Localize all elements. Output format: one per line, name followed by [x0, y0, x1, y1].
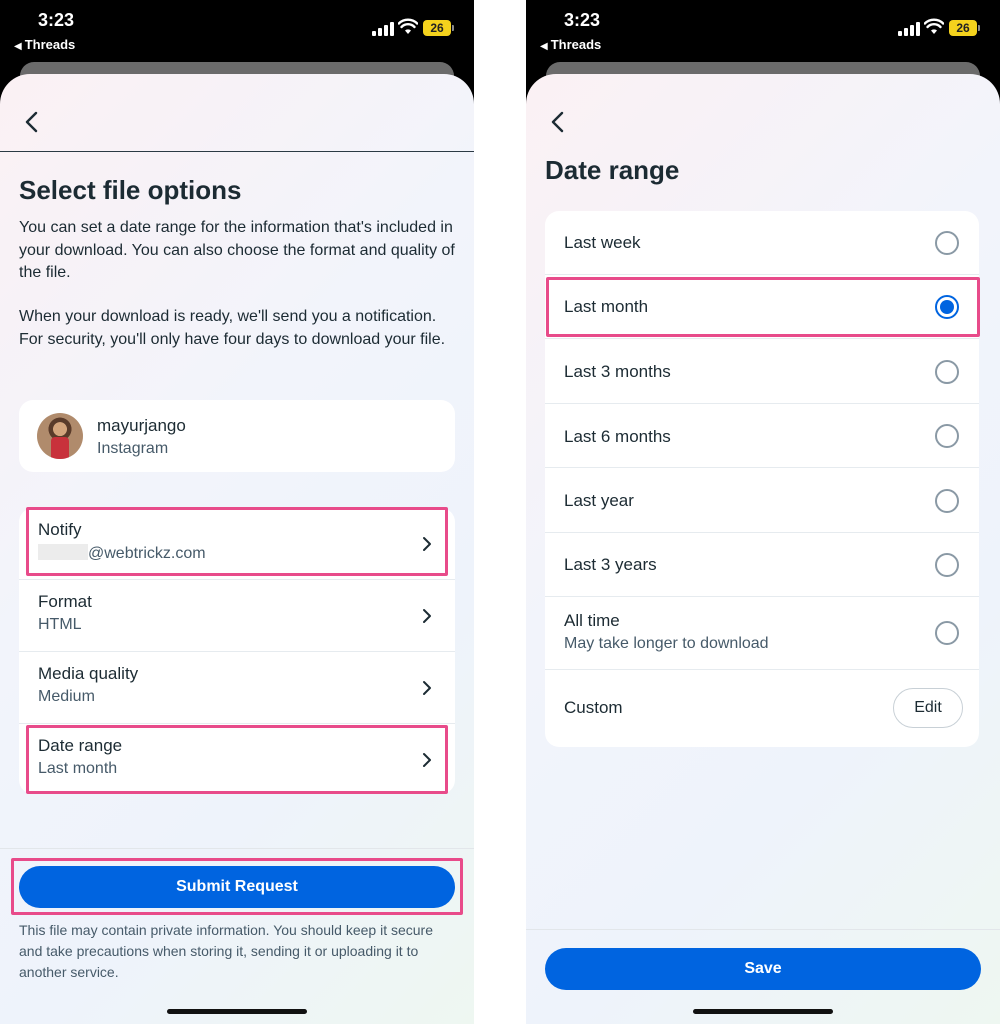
page-title: Select file options — [19, 175, 242, 205]
range-option-all-time[interactable]: All time May take longer to download — [545, 597, 979, 670]
file-options-sheet: Select file options You can set a date r… — [0, 74, 474, 1024]
range-option-label: Last month — [564, 297, 649, 316]
back-to-app-link[interactable]: ◀ Threads — [540, 37, 601, 52]
range-option-label: Last 6 months — [564, 427, 671, 446]
home-indicator[interactable] — [167, 1009, 307, 1014]
edit-custom-range-button[interactable]: Edit — [893, 688, 963, 728]
range-option-label: Last week — [564, 233, 641, 252]
radio-button[interactable] — [935, 231, 959, 255]
phone-screen-file-options: 3:23 ◀ Threads 26 Select file options You… — [0, 0, 474, 1024]
account-card: mayurjango Instagram — [19, 400, 455, 472]
range-option-last-week[interactable]: Last week — [545, 211, 979, 275]
privacy-footnote: This file may contain private informatio… — [19, 922, 434, 980]
header-divider — [0, 151, 474, 152]
chevron-right-icon — [423, 753, 431, 767]
range-option-last-month[interactable]: Last month — [545, 275, 979, 339]
battery-icon: 26 — [423, 20, 451, 36]
wifi-icon — [398, 18, 418, 34]
option-value: HTML — [38, 616, 82, 633]
status-time: 3:23 — [564, 10, 601, 30]
account-name: mayurjango — [97, 416, 186, 435]
notification-paragraph: When your download is ready, we'll send … — [19, 308, 446, 348]
back-app-label: Threads — [24, 37, 76, 52]
option-value: @webtrickz.com — [38, 544, 206, 563]
range-option-last-3-years[interactable]: Last 3 years — [545, 533, 979, 597]
range-option-custom: Custom Edit — [545, 670, 979, 747]
back-button[interactable] — [544, 108, 572, 136]
option-media-quality[interactable]: Media quality Medium — [19, 652, 455, 724]
option-title: Format — [38, 592, 92, 611]
radio-button[interactable] — [935, 489, 959, 513]
save-button[interactable]: Save — [545, 948, 981, 990]
option-title: Notify — [38, 520, 82, 539]
status-bar: 3:23 ◀ Threads 26 — [526, 0, 1000, 62]
chevron-left-icon — [25, 111, 38, 133]
page-title: Date range — [545, 155, 680, 185]
status-time: 3:23 — [38, 10, 75, 30]
radio-button[interactable] — [935, 360, 959, 384]
chevron-right-icon — [423, 681, 431, 695]
radio-button[interactable] — [935, 553, 959, 577]
range-option-label: Last year — [564, 491, 634, 510]
range-option-last-year[interactable]: Last year — [545, 468, 979, 533]
range-option-label: Last 3 months — [564, 362, 671, 381]
phone-screen-date-range: 3:23 ◀ Threads 26 Date range Last week La… — [526, 0, 1000, 1024]
radio-button[interactable] — [935, 621, 959, 645]
submit-request-button[interactable]: Submit Request — [19, 866, 455, 908]
back-app-label: Threads — [550, 37, 602, 52]
option-notify[interactable]: Notify @webtrickz.com — [19, 508, 455, 580]
chevron-right-icon — [423, 537, 431, 551]
home-indicator[interactable] — [693, 1009, 833, 1014]
status-bar: 3:23 ◀ Threads 26 — [0, 0, 474, 62]
option-format[interactable]: Format HTML — [19, 580, 455, 652]
battery-cap — [978, 25, 980, 31]
option-value: Medium — [38, 688, 95, 705]
notify-email-domain: @webtrickz.com — [88, 545, 206, 562]
cellular-signal-icon — [898, 22, 920, 36]
custom-label: Custom — [564, 698, 623, 717]
battery-cap — [452, 25, 454, 31]
bottom-divider — [526, 929, 1000, 930]
chevron-left-icon — [551, 111, 564, 133]
bottom-divider — [0, 848, 474, 849]
option-title: Date range — [38, 736, 123, 755]
radio-button[interactable] — [935, 424, 959, 448]
range-option-last-3-months[interactable]: Last 3 months — [545, 339, 979, 404]
option-value: Last month — [38, 760, 118, 777]
back-button[interactable] — [18, 108, 46, 136]
back-to-app-link[interactable]: ◀ Threads — [14, 37, 75, 52]
chevron-right-icon — [423, 609, 431, 623]
account-platform: Instagram — [97, 440, 169, 457]
option-title: Media quality — [38, 664, 139, 683]
options-list: Notify @webtrickz.com Format HTML Media … — [19, 508, 455, 794]
wifi-icon — [924, 18, 944, 34]
range-option-label: All time — [564, 611, 620, 630]
cellular-signal-icon — [372, 22, 394, 36]
range-option-last-6-months[interactable]: Last 6 months — [545, 404, 979, 468]
date-range-sheet: Date range Last week Last month Last 3 m… — [526, 74, 1000, 1024]
option-date-range[interactable]: Date range Last month — [19, 724, 455, 794]
battery-icon: 26 — [949, 20, 977, 36]
description-paragraph: You can set a date range for the informa… — [19, 219, 455, 281]
radio-button-selected[interactable] — [935, 295, 959, 319]
range-option-sublabel: May take longer to download — [564, 635, 769, 652]
avatar — [37, 413, 83, 459]
redacted-email — [38, 544, 88, 560]
range-option-label: Last 3 years — [564, 555, 657, 574]
date-range-options: Last week Last month Last 3 months Last … — [545, 211, 979, 747]
